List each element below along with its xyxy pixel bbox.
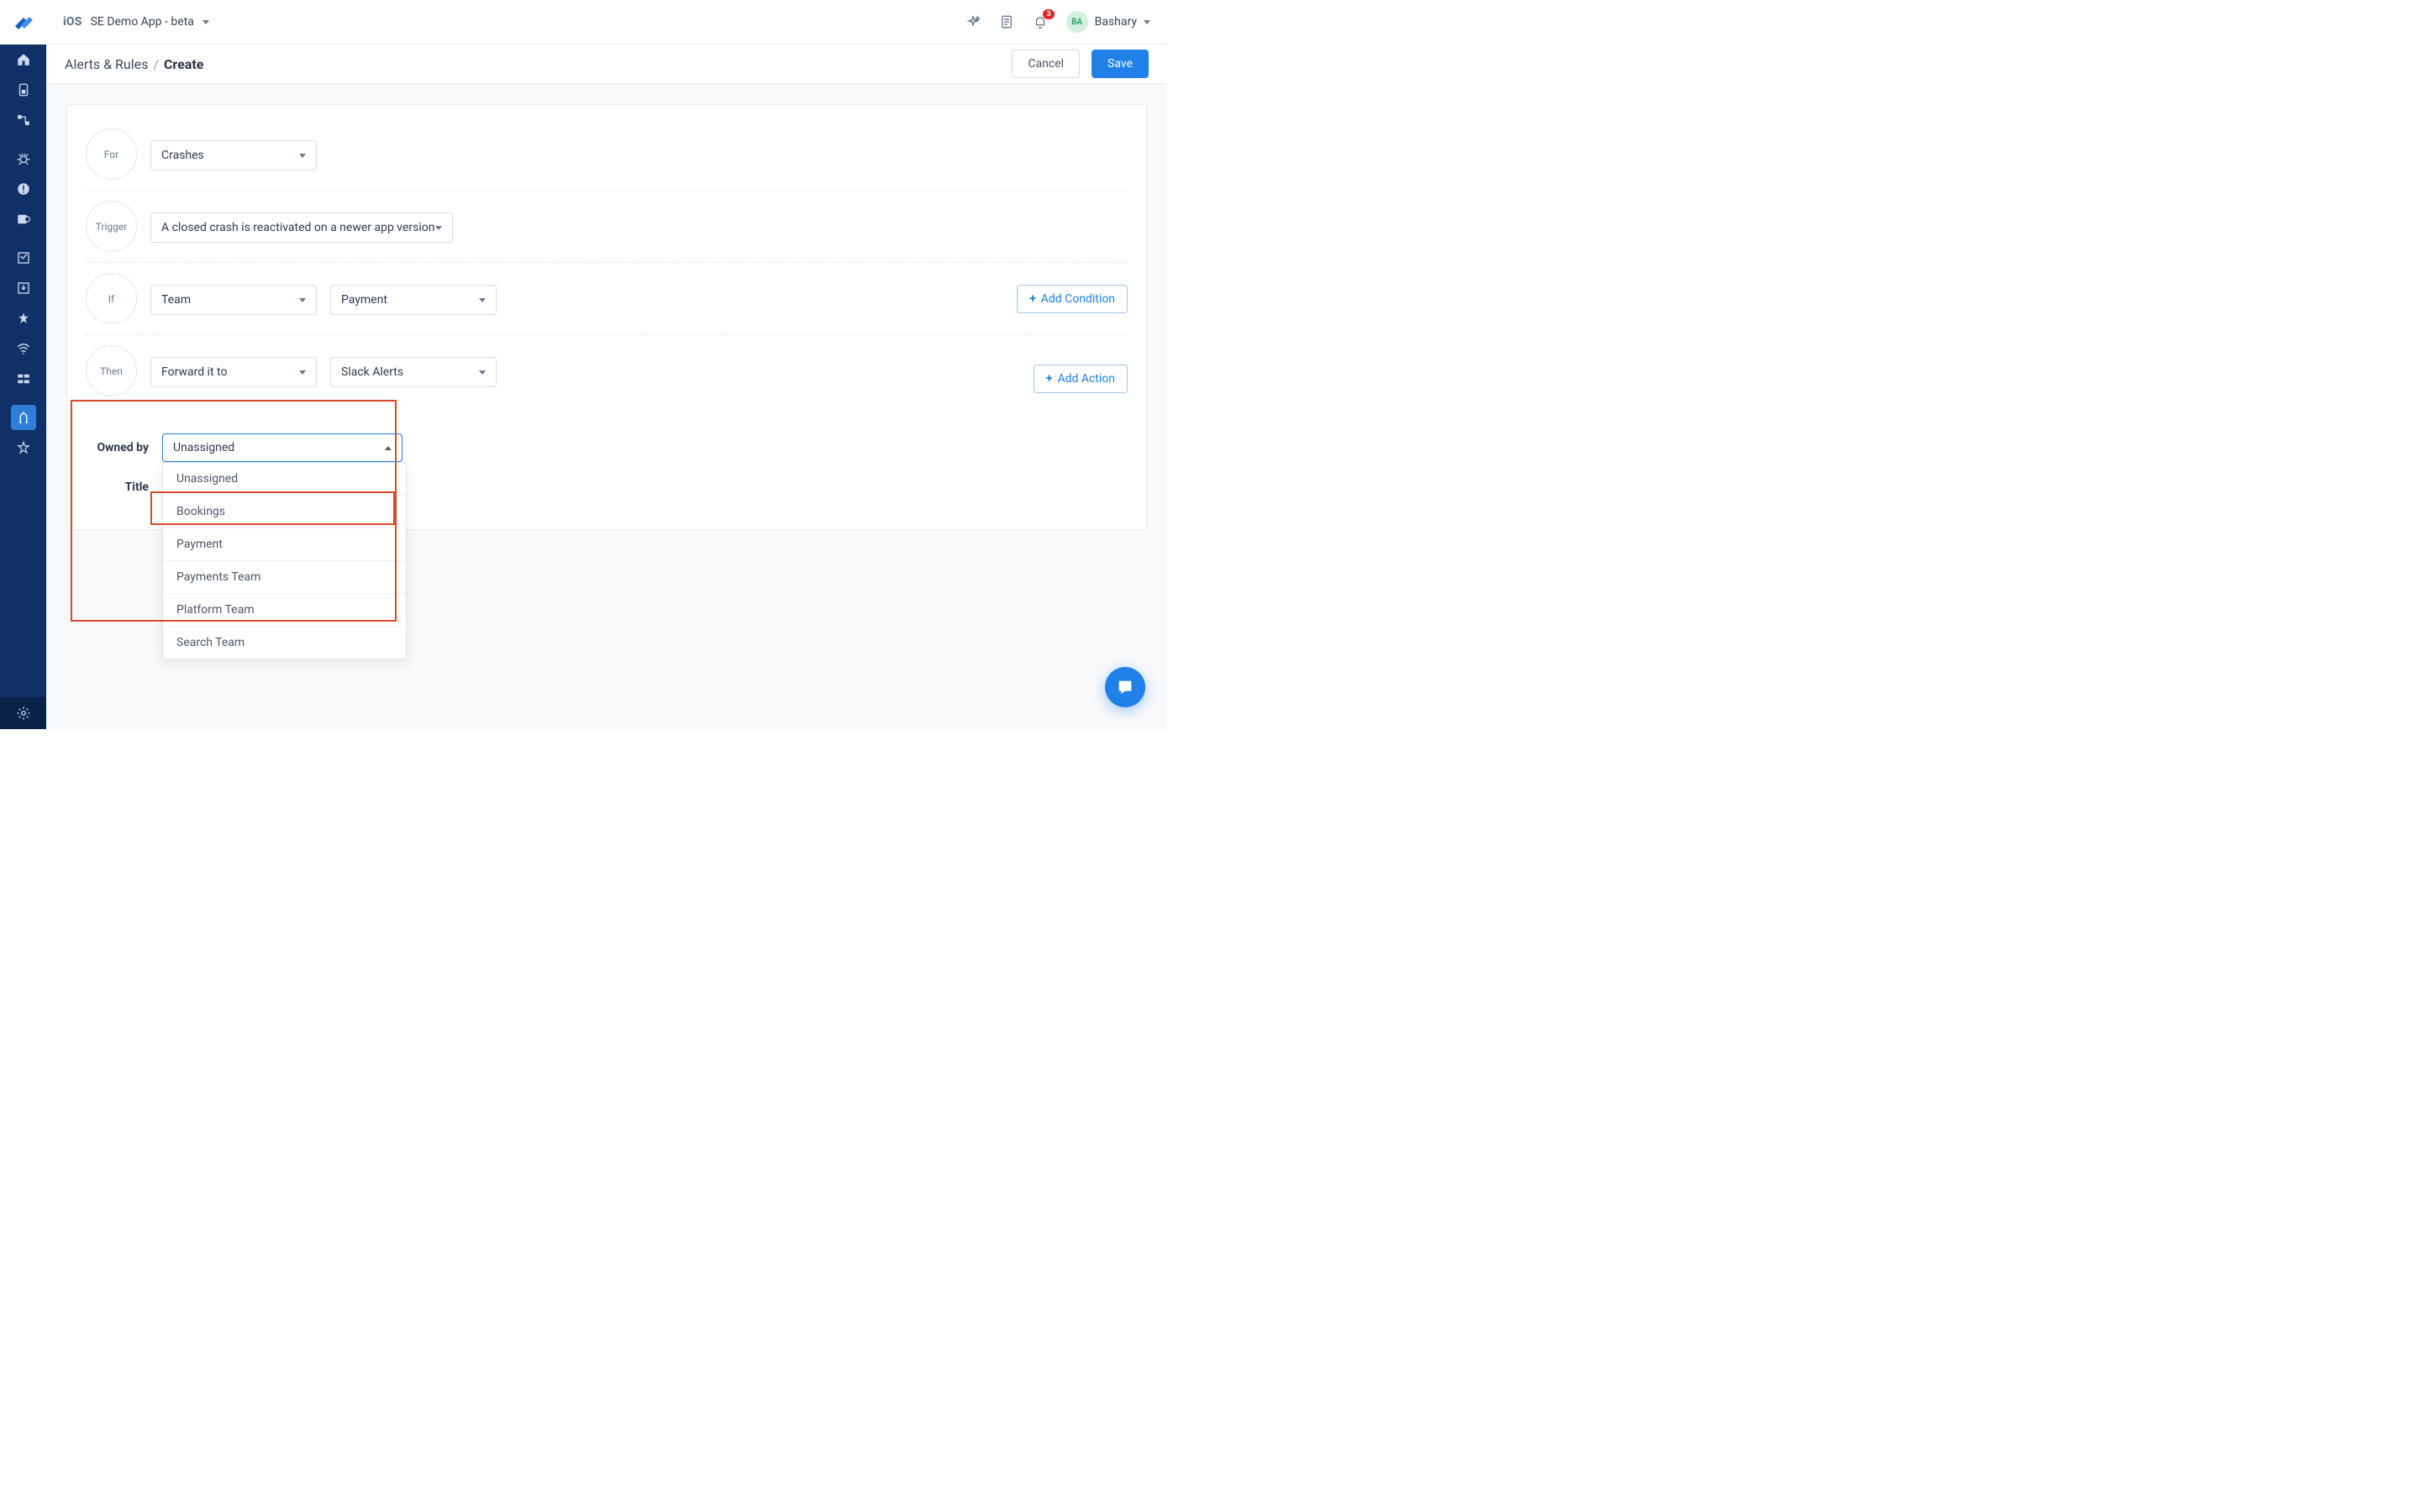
- breadcrumb: Alerts & Rules / Create: [65, 56, 203, 72]
- then-field-select[interactable]: Forward it to: [150, 357, 317, 387]
- rule-trigger-row: Trigger A closed crash is reactivated on…: [86, 191, 1128, 263]
- chevron-down-icon: [479, 370, 486, 375]
- chevron-down-icon: [1144, 20, 1150, 24]
- flows-icon[interactable]: [0, 105, 46, 135]
- app-ratings-icon[interactable]: [0, 303, 46, 333]
- app-selector[interactable]: SE Demo App - beta: [91, 15, 194, 29]
- trigger-select[interactable]: A closed crash is reactivated on a newer…: [150, 213, 453, 243]
- app-logo: [0, 0, 46, 45]
- notification-badge: 3: [1043, 9, 1054, 19]
- owned-by-dropdown: Unassigned Bookings Payment Payments Tea…: [162, 462, 407, 659]
- chevron-down-icon[interactable]: [203, 20, 209, 24]
- owned-option-payments-team[interactable]: Payments Team: [163, 561, 406, 594]
- page-header: Alerts & Rules / Create Cancel Save: [46, 45, 1167, 84]
- cancel-button[interactable]: Cancel: [1012, 50, 1080, 78]
- owned-by-row: Owned by Unassigned Unassigned Bookings …: [86, 433, 1128, 462]
- for-select[interactable]: Crashes: [150, 140, 317, 171]
- then-pill: Then: [86, 345, 137, 396]
- owned-option-platform-team[interactable]: Platform Team: [163, 594, 406, 627]
- owned-option-search-team[interactable]: Search Team: [163, 627, 406, 659]
- home-icon[interactable]: [0, 45, 46, 75]
- user-menu[interactable]: BA Bashary: [1066, 11, 1150, 33]
- avatar: BA: [1066, 11, 1088, 33]
- owned-option-payment[interactable]: Payment: [163, 528, 406, 561]
- then-value-select[interactable]: Slack Alerts: [330, 357, 497, 387]
- chevron-down-icon: [479, 298, 486, 302]
- add-action-button[interactable]: + Add Action: [1034, 365, 1128, 393]
- chevron-down-icon: [435, 226, 442, 230]
- owned-option-bookings[interactable]: Bookings: [163, 496, 406, 528]
- notes-icon[interactable]: [999, 14, 1014, 29]
- chevron-down-icon: [299, 154, 306, 158]
- add-condition-button[interactable]: + Add Condition: [1017, 285, 1128, 313]
- chevron-up-icon: [385, 446, 392, 450]
- breadcrumb-current: Create: [164, 56, 203, 72]
- battery-icon[interactable]: [0, 75, 46, 105]
- debug-icon[interactable]: [0, 433, 46, 463]
- download-icon[interactable]: [0, 273, 46, 303]
- rules-icon[interactable]: [11, 405, 36, 430]
- survey-icon[interactable]: [0, 243, 46, 273]
- plus-icon: +: [1046, 372, 1053, 386]
- sidebar: [0, 0, 46, 729]
- rule-for-row: For Crashes: [86, 125, 1128, 191]
- save-button[interactable]: Save: [1092, 50, 1149, 78]
- bell-icon[interactable]: 3: [1033, 14, 1048, 29]
- rule-then-row: Then Forward it to Slack Alerts + Add Ac…: [86, 335, 1128, 422]
- rule-if-row: If Team Payment + Add Condition: [86, 263, 1128, 335]
- plus-icon: +: [1029, 292, 1036, 306]
- owned-by-label: Owned by: [86, 441, 149, 454]
- integrations-icon[interactable]: [0, 364, 46, 394]
- bug-icon[interactable]: [0, 144, 46, 174]
- chevron-down-icon: [299, 370, 306, 375]
- platform-label: iOS: [63, 15, 82, 29]
- title-label: Title: [86, 480, 149, 494]
- topbar: iOS SE Demo App - beta 3 BA Bashary: [46, 0, 1167, 45]
- trigger-pill: Trigger: [86, 201, 137, 252]
- for-pill: For: [86, 129, 137, 180]
- breadcrumb-separator: /: [153, 56, 159, 72]
- if-field-select[interactable]: Team: [150, 285, 317, 315]
- alerts-icon[interactable]: [0, 174, 46, 204]
- rule-builder-card: For Crashes Trigger A closed crash is re…: [66, 104, 1147, 530]
- settings-icon[interactable]: [0, 697, 46, 729]
- if-pill: If: [86, 273, 137, 324]
- owned-by-select[interactable]: Unassigned: [162, 433, 402, 462]
- chevron-down-icon: [299, 298, 306, 302]
- if-value-select[interactable]: Payment: [330, 285, 497, 315]
- wifi-icon[interactable]: [0, 333, 46, 364]
- owned-option-unassigned[interactable]: Unassigned: [163, 463, 406, 496]
- snooze-icon[interactable]: [0, 204, 46, 234]
- breadcrumb-parent[interactable]: Alerts & Rules: [65, 56, 148, 72]
- sparkle-icon[interactable]: [965, 14, 981, 29]
- user-name: Bashary: [1095, 15, 1137, 29]
- content-area: For Crashes Trigger A closed crash is re…: [46, 84, 1167, 729]
- chat-launcher[interactable]: [1105, 667, 1145, 707]
